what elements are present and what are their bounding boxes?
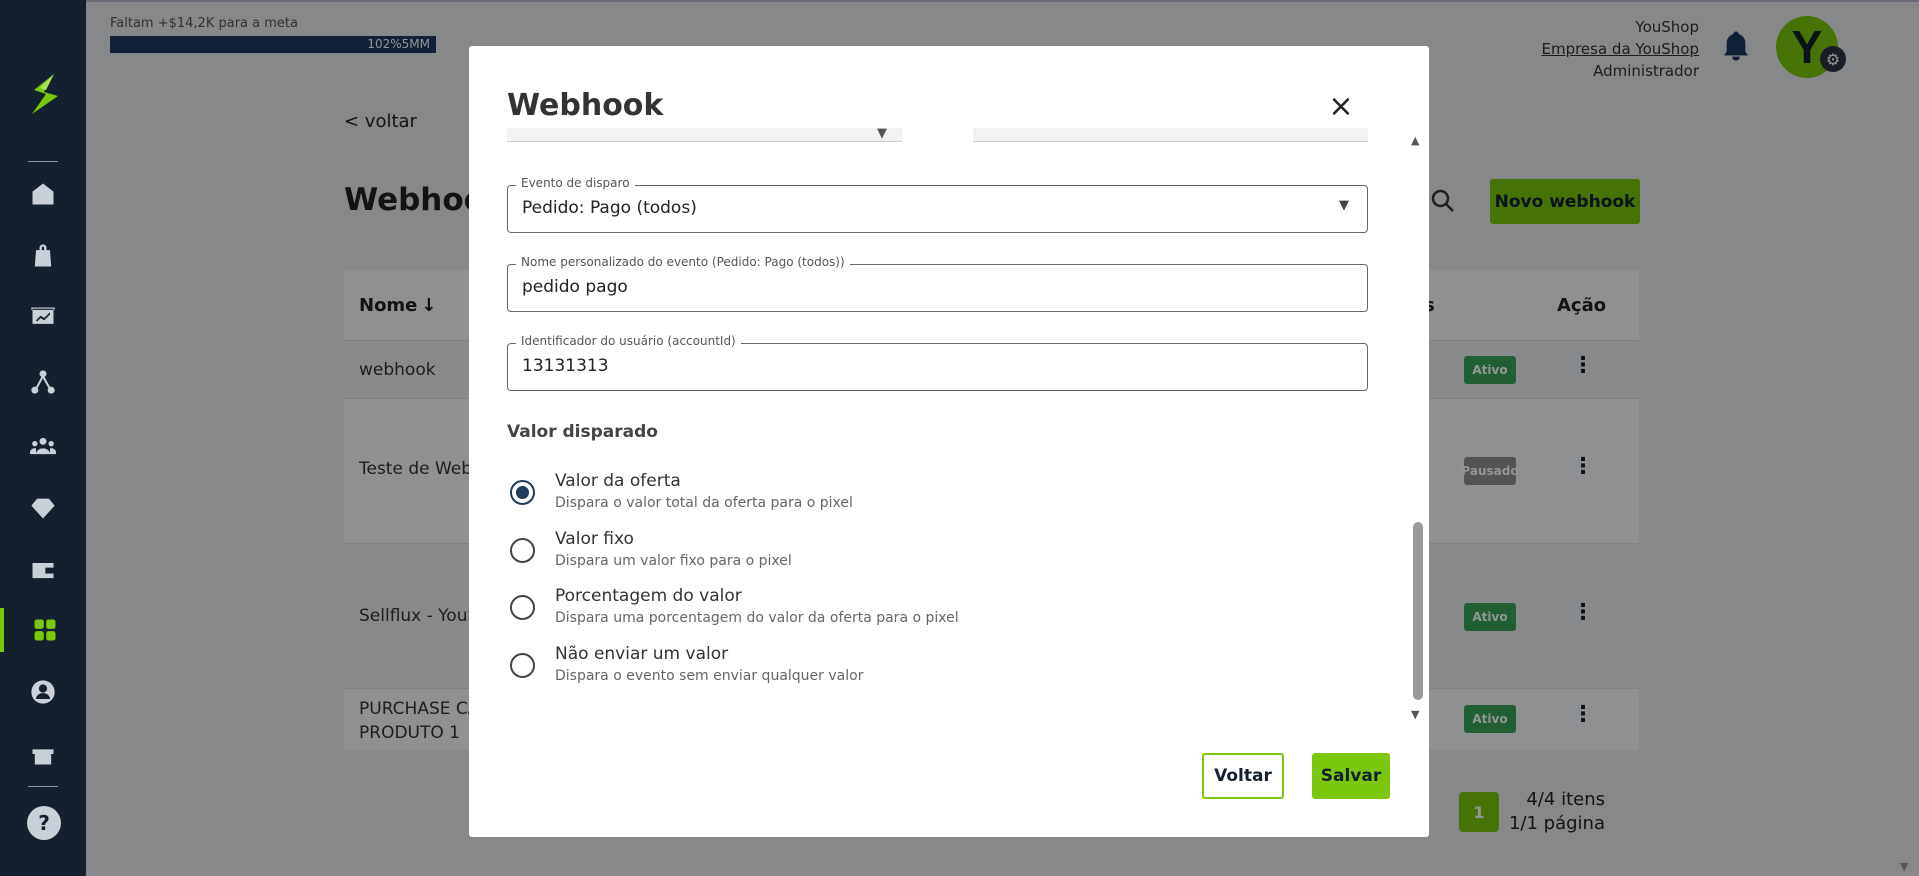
- webhook-modal: Webhook × ▼ Evento de disparo Pedido: Pa…: [469, 46, 1429, 837]
- sidebar-item-products[interactable]: [0, 234, 86, 278]
- radio-option-no-value[interactable]: Não enviar um valor Dispara o evento sem…: [507, 644, 1207, 694]
- brand-logo-icon[interactable]: [24, 70, 64, 120]
- clipped-select-field[interactable]: [507, 128, 902, 142]
- sidebar-item-members[interactable]: [0, 424, 86, 468]
- sidebar-item-affiliates[interactable]: [0, 360, 86, 404]
- sidebar-item-apps[interactable]: [0, 608, 86, 652]
- chevron-down-icon: ▼: [1339, 198, 1349, 213]
- radio-option-offer-value[interactable]: Valor da oferta Dispara o valor total da…: [507, 471, 1207, 521]
- sidebar-item-premium[interactable]: [0, 486, 86, 530]
- sidebar-item-profile[interactable]: [0, 670, 86, 714]
- sidebar-item-finance[interactable]: [0, 548, 86, 592]
- shopping-bag-icon: [34, 244, 52, 267]
- trigger-event-label: Evento de disparo: [516, 176, 635, 190]
- modal-scrollbar-thumb[interactable]: [1413, 522, 1423, 700]
- profile-icon: [31, 680, 55, 704]
- scroll-down-arrow-icon[interactable]: ▼: [1411, 708, 1419, 721]
- sidebar-item-home[interactable]: [0, 172, 86, 216]
- sidebar-item-dashboard[interactable]: [0, 296, 86, 340]
- radio-option-percentage[interactable]: Porcentagem do valor Dispara uma porcent…: [507, 586, 1207, 636]
- back-button[interactable]: Voltar: [1202, 753, 1284, 799]
- radio-description: Dispara um valor fixo para o pixel: [555, 553, 792, 569]
- account-id-field[interactable]: Identificador do usuário (accountId) 131…: [507, 334, 1368, 391]
- radio-unchecked-icon[interactable]: [510, 653, 535, 678]
- sidebar-divider: [28, 786, 58, 787]
- custom-event-name-field[interactable]: Nome personalizado do evento (Pedido: Pa…: [507, 255, 1368, 312]
- help-button[interactable]: ?: [27, 806, 61, 840]
- save-button[interactable]: Salvar: [1312, 753, 1390, 799]
- radio-option-fixed-value[interactable]: Valor fixo Dispara um valor fixo para o …: [507, 529, 1207, 579]
- sidebar-item-rewards[interactable]: [0, 732, 86, 776]
- trigger-event-value: Pedido: Pago (todos): [522, 198, 697, 218]
- page-scroll-down-arrow-icon[interactable]: ▼: [1900, 860, 1908, 873]
- diamond-icon: [31, 498, 55, 519]
- scroll-up-arrow-icon[interactable]: ▲: [1411, 134, 1419, 147]
- custom-event-name-label: Nome personalizado do evento (Pedido: Pa…: [516, 255, 850, 269]
- clipped-input-field[interactable]: [973, 128, 1368, 142]
- value-section-title: Valor disparado: [507, 422, 658, 442]
- radio-label: Valor fixo: [555, 529, 634, 549]
- account-id-label: Identificador do usuário (accountId): [516, 334, 741, 348]
- dashboard-icon: [31, 307, 55, 324]
- network-icon: [31, 370, 55, 394]
- radio-description: Dispara o valor total da oferta para o p…: [555, 495, 853, 511]
- radio-label: Não enviar um valor: [555, 644, 729, 664]
- trigger-event-select[interactable]: Evento de disparo Pedido: Pago (todos) ▼: [507, 176, 1368, 233]
- radio-unchecked-icon[interactable]: [510, 538, 535, 563]
- radio-checked-icon[interactable]: [510, 480, 535, 505]
- chevron-down-icon: ▼: [877, 126, 887, 141]
- radio-label: Valor da oferta: [555, 471, 681, 491]
- radio-description: Dispara uma porcentagem do valor da ofer…: [555, 610, 959, 626]
- gift-icon: [32, 749, 54, 765]
- radio-description: Dispara o evento sem enviar qualquer val…: [555, 668, 864, 684]
- close-icon[interactable]: ×: [1324, 90, 1358, 124]
- custom-event-name-value: pedido pago: [522, 277, 628, 297]
- radio-unchecked-icon[interactable]: [510, 595, 535, 620]
- apps-icon: [34, 619, 56, 641]
- account-id-value: 13131313: [522, 356, 609, 376]
- modal-title: Webhook: [507, 88, 664, 123]
- sidebar-divider: [28, 161, 58, 162]
- sidebar: ?: [0, 0, 86, 876]
- wallet-icon: [32, 563, 54, 579]
- home-icon: [32, 183, 54, 205]
- radio-label: Porcentagem do valor: [555, 586, 742, 606]
- users-icon: [29, 437, 57, 455]
